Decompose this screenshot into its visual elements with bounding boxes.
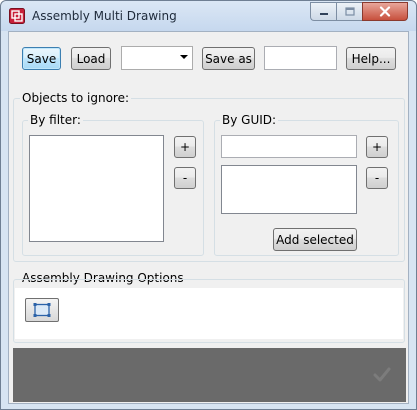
add-selected-button[interactable]: Add selected bbox=[273, 228, 357, 251]
add-guid-button[interactable]: + bbox=[366, 136, 388, 158]
objects-to-ignore-label: Objects to ignore: bbox=[20, 91, 132, 105]
selection-frame-icon bbox=[33, 303, 51, 317]
remove-filter-button[interactable]: - bbox=[174, 167, 196, 189]
load-button[interactable]: Load bbox=[71, 47, 111, 70]
guid-list[interactable] bbox=[221, 165, 357, 214]
checkmark-icon[interactable] bbox=[372, 365, 392, 385]
save-as-button[interactable]: Save as bbox=[202, 47, 255, 70]
preset-select[interactable] bbox=[121, 46, 193, 70]
title-bar[interactable]: Assembly Multi Drawing bbox=[1, 1, 416, 31]
assembly-drawing-app-icon bbox=[9, 8, 25, 24]
guid-input[interactable] bbox=[221, 135, 357, 158]
help-button[interactable]: Help... bbox=[346, 47, 396, 70]
filter-list[interactable] bbox=[29, 135, 164, 242]
by-guid-label: By GUID: bbox=[220, 113, 279, 127]
add-filter-button[interactable]: + bbox=[174, 136, 196, 158]
window-title: Assembly Multi Drawing bbox=[32, 9, 177, 23]
maximize-icon bbox=[344, 7, 355, 16]
save-as-name-input[interactable] bbox=[264, 46, 337, 70]
minimize-icon bbox=[319, 12, 328, 15]
application-window: Assembly Multi Drawing Save Load Save as bbox=[0, 0, 417, 410]
remove-guid-button[interactable]: - bbox=[366, 167, 388, 189]
edit-drawing-options-button[interactable] bbox=[25, 298, 59, 322]
maximize-button[interactable] bbox=[336, 2, 362, 21]
dialog-client-area: Save Load Save as Help... Objects to ign… bbox=[8, 31, 409, 404]
save-button[interactable]: Save bbox=[22, 47, 61, 70]
chevron-down-icon bbox=[180, 55, 188, 59]
by-filter-label: By filter: bbox=[28, 113, 83, 127]
footer-bar bbox=[13, 348, 406, 402]
assembly-drawing-options-panel bbox=[15, 288, 403, 339]
close-button[interactable] bbox=[362, 2, 408, 21]
minimize-button[interactable] bbox=[310, 2, 336, 21]
close-icon bbox=[379, 6, 391, 17]
